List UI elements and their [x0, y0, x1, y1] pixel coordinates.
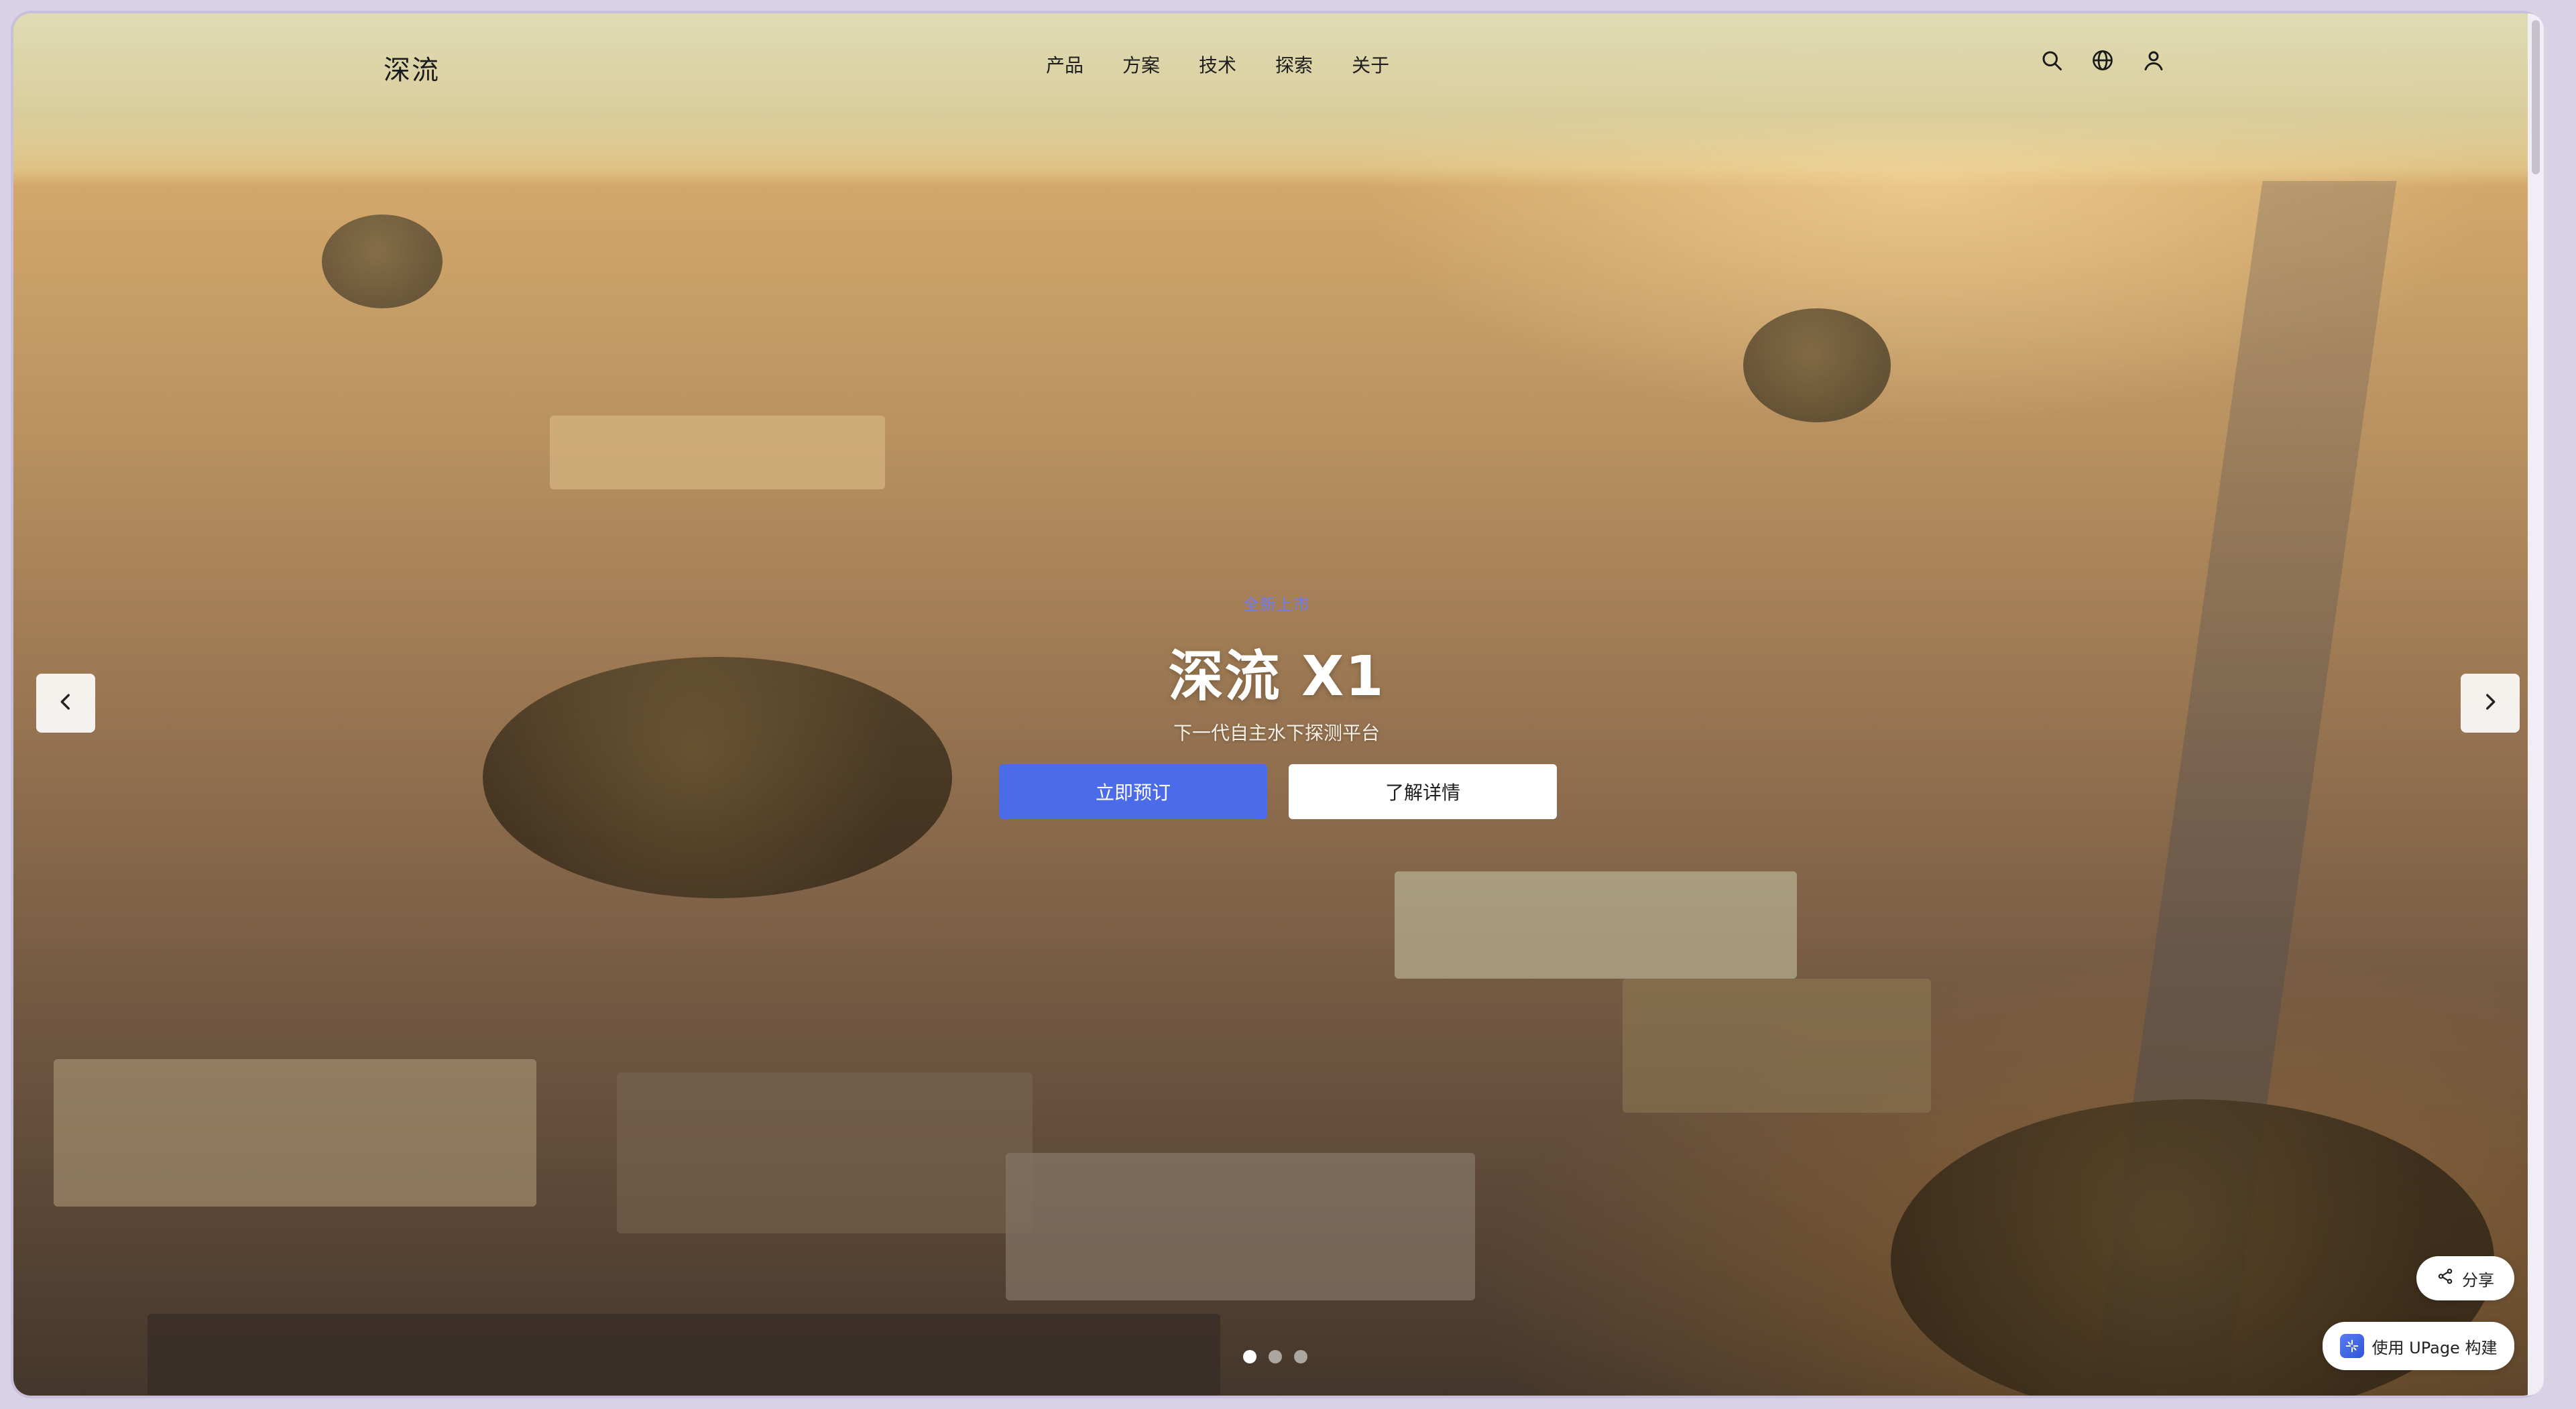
browser-viewport: 深流 产品 方案 技术 探索 关于 全新上市 深流 X1 下一代自主水下探测平台…: [13, 13, 2540, 1396]
carousel-next-button[interactable]: [2461, 674, 2520, 733]
page-scrollbar-track[interactable]: [2528, 13, 2544, 1396]
share-icon: [2437, 1268, 2454, 1289]
search-icon[interactable]: [2038, 47, 2065, 74]
hero-subtitle: 下一代自主水下探测平台: [1173, 722, 1380, 744]
upage-build-badge[interactable]: 使用 UPage 构建: [2323, 1322, 2514, 1370]
chevron-left-icon: [54, 690, 77, 716]
carousel-dot[interactable]: [1243, 1350, 1256, 1363]
page-scrollbar-thumb[interactable]: [2532, 20, 2540, 174]
upage-logo-icon: [2339, 1334, 2364, 1358]
upage-label: 使用 UPage 构建: [2372, 1338, 2498, 1357]
hero-eyebrow: 全新上市: [1243, 595, 1310, 614]
nav-item-products[interactable]: 产品: [1046, 51, 1084, 78]
nav-item-about[interactable]: 关于: [1352, 51, 1389, 78]
preorder-button[interactable]: 立即预订: [999, 764, 1267, 819]
carousel-prev-button[interactable]: [36, 674, 95, 733]
carousel-dot[interactable]: [1294, 1350, 1307, 1363]
brand-logo[interactable]: 深流: [384, 48, 440, 87]
nav-item-technology[interactable]: 技术: [1199, 51, 1236, 78]
carousel-dot[interactable]: [1269, 1350, 1282, 1363]
nav-menu: 产品 方案 技术 探索 关于: [1046, 51, 1389, 78]
user-icon[interactable]: [2140, 47, 2167, 74]
globe-icon[interactable]: [2089, 47, 2116, 74]
carousel-indicators: [1243, 1350, 1307, 1363]
nav-icon-group: [2038, 47, 2167, 74]
nav-item-solutions[interactable]: 方案: [1122, 51, 1160, 78]
learn-more-button[interactable]: 了解详情: [1289, 764, 1557, 819]
share-label: 分享: [2462, 1270, 2494, 1290]
top-nav: 深流 产品 方案 技术 探索 关于: [13, 13, 2540, 114]
share-button[interactable]: 分享: [2416, 1256, 2514, 1300]
chevron-right-icon: [2479, 690, 2502, 716]
hero-title: 深流 X1: [1168, 645, 1385, 709]
nav-item-explore[interactable]: 探索: [1275, 51, 1313, 78]
